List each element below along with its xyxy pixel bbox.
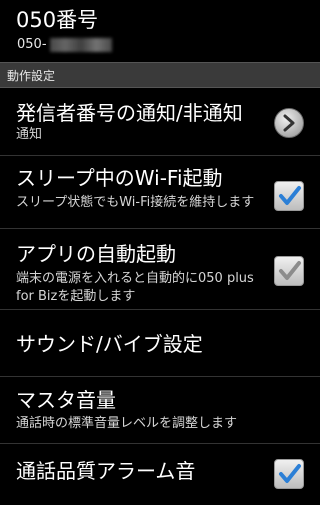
auto-start-checkbox[interactable] <box>274 256 304 286</box>
setting-summary: 端末の電源を入れると自動的に050 plus for Bizを起動します <box>16 271 254 304</box>
setting-summary: 通話時の標準音量レベルを調整します <box>16 416 238 431</box>
call-quality-alarm-checkbox[interactable] <box>274 459 304 489</box>
setting-title: アプリの自動起動 <box>16 242 176 266</box>
setting-summary: 通知 <box>16 127 43 142</box>
header: 050番号 050- <box>0 0 320 62</box>
setting-title: 通話品質アラーム音 <box>16 459 196 483</box>
setting-title: 発信者番号の通知/非通知 <box>16 101 243 125</box>
setting-sound-vibrate[interactable]: サウンド/バイブ設定 <box>0 311 320 377</box>
section-header-behavior-settings: 動作設定 <box>0 62 320 88</box>
section-label: 動作設定 <box>7 69 56 83</box>
setting-auto-start[interactable]: アプリの自動起動 端末の電源を入れると自動的に050 plus for Bizを… <box>0 230 320 310</box>
wifi-sleep-checkbox[interactable] <box>274 181 304 211</box>
setting-title: サウンド/バイブ設定 <box>16 332 203 356</box>
setting-caller-id[interactable]: 発信者番号の通知/非通知 通知 <box>0 88 320 156</box>
redacted-number <box>50 38 112 52</box>
setting-title: スリープ中のWi-Fi起動 <box>16 166 223 190</box>
page-title: 050番号 <box>16 8 99 32</box>
setting-summary: スリープ状態でもWi-Fi接続を維持します <box>16 195 255 210</box>
setting-title: マスタ音量 <box>16 388 116 412</box>
setting-wifi-sleep[interactable]: スリープ中のWi-Fi起動 スリープ状態でもWi-Fi接続を維持します <box>0 157 320 229</box>
chevron-right-icon <box>274 108 304 138</box>
phone-number-prefix: 050- <box>17 37 47 52</box>
setting-master-volume[interactable]: マスタ音量 通話時の標準音量レベルを調整します <box>0 378 320 444</box>
setting-call-quality-alarm[interactable]: 通話品質アラーム音 <box>0 445 320 505</box>
